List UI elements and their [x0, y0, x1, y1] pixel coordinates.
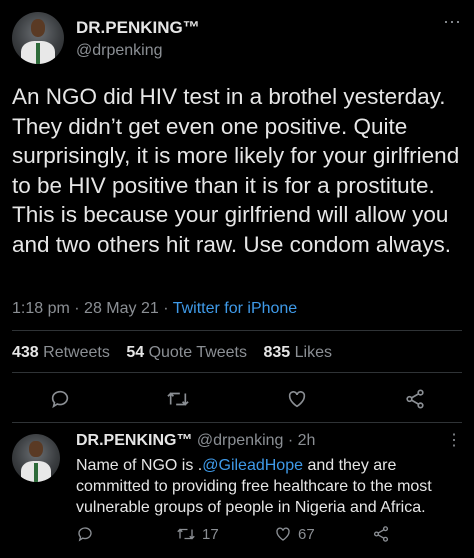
reply-author-avatar[interactable] — [12, 434, 60, 482]
quotes-label: Quote Tweets — [148, 344, 247, 361]
retweets-stat[interactable]: 438 Retweets — [12, 344, 110, 361]
reply-like-button[interactable]: 67 — [274, 525, 315, 543]
reply-like-count: 67 — [298, 525, 315, 543]
reply-header: DR.PENKING™ @drpenking · 2h — [76, 432, 315, 450]
tweet-time[interactable]: 1:18 pm — [12, 300, 70, 317]
meta-separator: · — [74, 300, 85, 317]
reply-separator: · — [287, 432, 294, 449]
retweets-label: Retweets — [43, 344, 110, 361]
retweet-button[interactable] — [163, 386, 193, 412]
avatar-head — [30, 19, 46, 37]
reply-button[interactable] — [45, 386, 75, 412]
retweets-count: 438 — [12, 344, 39, 361]
divider — [12, 422, 462, 423]
retweet-icon — [177, 528, 195, 540]
author-display-name[interactable]: DR.PENKING™ — [76, 18, 200, 38]
reply-handle[interactable]: @drpenking — [197, 432, 284, 449]
tweet-source[interactable]: Twitter for iPhone — [173, 300, 298, 317]
tweet-meta: 1:18 pm · 28 May 21 · Twitter for iPhone — [12, 300, 297, 318]
share-icon — [406, 389, 424, 409]
likes-stat[interactable]: 835 Likes — [263, 344, 332, 361]
reply-action-bar: 17 67 — [76, 525, 462, 547]
likes-count: 835 — [263, 344, 291, 361]
mention-link[interactable]: @GileadHope — [202, 457, 303, 474]
divider — [12, 330, 462, 331]
avatar-head — [29, 440, 43, 458]
reply-display-name[interactable]: DR.PENKING™ — [76, 432, 192, 449]
share-button[interactable] — [400, 386, 430, 412]
retweet-icon — [167, 392, 189, 406]
more-icon[interactable]: ⋯ — [443, 12, 462, 33]
reply-icon — [51, 390, 69, 409]
like-button[interactable] — [282, 386, 312, 412]
author-handle[interactable]: @drpenking — [76, 42, 163, 60]
reply-text-start: Name of NGO is . — [76, 457, 203, 474]
likes-label: Likes — [294, 344, 332, 361]
reply-icon — [78, 527, 92, 542]
reply-more-icon[interactable]: ⋮ — [446, 430, 462, 450]
heart-icon — [288, 391, 306, 408]
avatar-tie — [35, 43, 41, 64]
tweet-text: An NGO did HIV test in a brothel yesterd… — [12, 84, 460, 257]
reply-retweet-count: 17 — [202, 525, 219, 543]
divider — [12, 372, 462, 373]
reply-age[interactable]: 2h — [298, 432, 316, 449]
share-icon — [373, 526, 389, 542]
quotes-stat[interactable]: 54 Quote Tweets — [126, 344, 247, 361]
reply-reply-button[interactable] — [76, 525, 94, 543]
meta-separator: · — [163, 300, 173, 317]
avatar-tie — [34, 462, 38, 482]
reply-retweet-button[interactable]: 17 — [176, 525, 219, 543]
author-avatar[interactable] — [12, 12, 64, 64]
heart-icon — [276, 527, 290, 541]
reply-share-button[interactable] — [372, 525, 390, 543]
quotes-count: 54 — [126, 344, 145, 361]
reply-text: Name of NGO is .@GileadHope and they are… — [76, 455, 468, 518]
tweet-date[interactable]: 28 May 21 — [84, 300, 159, 317]
tweet-stats: 438 Retweets 54 Quote Tweets 835 Likes — [12, 344, 332, 362]
